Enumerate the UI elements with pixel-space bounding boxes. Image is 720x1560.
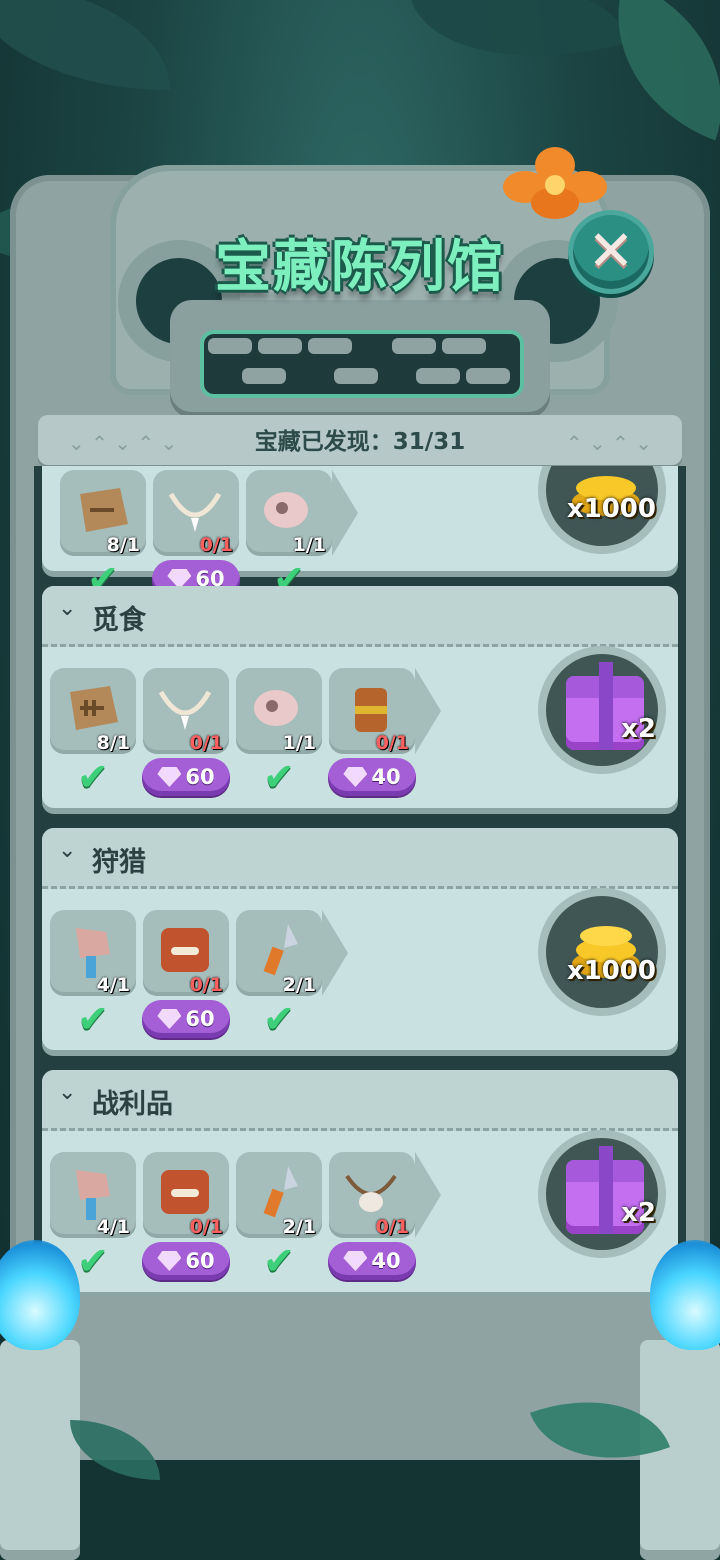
reward-badge[interactable]: x2 [538, 646, 666, 774]
close-button[interactable]: ✕ [568, 210, 654, 294]
bone-slab-icon [161, 1170, 209, 1214]
treasure-item[interactable]: 4/1 [50, 1152, 136, 1238]
gem-buy-button[interactable]: 40 [328, 758, 416, 796]
treasure-item[interactable]: 0/1 [143, 1152, 229, 1238]
gem-icon [343, 767, 368, 787]
treasure-list[interactable]: 8/1 0/1 1/1 ✔ 60 ✔ x1000 ⌄ 觅食 8/1 0/1 1/… [34, 466, 686, 1296]
discovered-count: 宝藏已发现：31/31 [254, 429, 466, 455]
chevron-down-icon: ⌄ [58, 596, 77, 621]
stone-spear-icon [263, 1166, 298, 1218]
bird-skull-icon [264, 492, 308, 528]
treasure-item[interactable]: 0/1 [143, 910, 229, 996]
fossil-fish-icon [70, 686, 118, 730]
category-card: ⌄ 战利品 4/1 0/1 2/1 0/1 ✔ 60 ✔ 40 x2 [42, 1070, 678, 1292]
category-header[interactable]: ⌄ 觅食 [42, 586, 678, 647]
chevron-down-icon: ⌄ [58, 838, 77, 863]
treasure-item[interactable]: 8/1 [50, 668, 136, 754]
stone-spear-icon [263, 924, 298, 976]
gem-icon [157, 767, 182, 787]
plaque-slot [200, 330, 524, 398]
check-icon: ✔ [263, 1239, 295, 1283]
gem-icon [343, 1251, 368, 1271]
category-header[interactable]: ⌄ 狩猎 [42, 828, 678, 889]
discovered-bar: ⌄ ⌃ ⌄ ⌃ ⌄ ⌃ ⌄ ⌃ ⌄ 宝藏已发现：31/31 [38, 415, 682, 465]
gem-icon [157, 1009, 182, 1029]
check-icon: ✔ [263, 997, 295, 1041]
treasure-item[interactable]: 0/1 [329, 668, 415, 754]
treasure-item[interactable]: 4/1 [50, 910, 136, 996]
jungle-leaf [410, 0, 630, 95]
chevron-down-icon: ⌄ [58, 1080, 77, 1105]
title-plaque [170, 300, 550, 412]
category-label: 战利品 [92, 1089, 173, 1120]
category-card: 8/1 0/1 1/1 ✔ 60 ✔ x1000 [42, 466, 678, 598]
tooth-necklace-icon [168, 492, 222, 532]
bird-skull-icon [254, 690, 298, 726]
wood-drum-icon [355, 688, 387, 732]
treasure-item[interactable]: 2/1 [236, 1152, 322, 1238]
ground [0, 1460, 720, 1560]
bone-slab-icon [161, 928, 209, 972]
treasure-item[interactable]: 2/1 [236, 910, 322, 996]
treasure-item[interactable]: 1/1 [246, 470, 332, 556]
treasure-item[interactable]: 0/1 [153, 470, 239, 556]
category-card: ⌄ 狩猎 4/1 0/1 2/1 ✔ 60 ✔ x1000 [42, 828, 678, 1050]
torch-pillar-left [0, 1340, 80, 1560]
category-header[interactable]: ⌄ 战利品 [42, 1070, 678, 1131]
reward-badge[interactable]: x1000 [538, 466, 666, 554]
treasure-item[interactable]: 8/1 [60, 470, 146, 556]
category-label: 觅食 [92, 605, 146, 636]
skull-necklace-icon [345, 1174, 397, 1212]
gem-buy-button[interactable]: 60 [142, 758, 230, 796]
check-icon: ✔ [77, 997, 109, 1041]
stone-hammer-icon [76, 928, 110, 978]
close-icon: ✕ [587, 219, 635, 284]
check-icon: ✔ [77, 1239, 109, 1283]
gem-buy-button[interactable]: 60 [142, 1242, 230, 1280]
gem-buy-button[interactable]: 60 [142, 1000, 230, 1038]
reward-badge[interactable]: x2 [538, 1130, 666, 1258]
gem-buy-button[interactable]: 40 [328, 1242, 416, 1280]
tooth-necklace-icon [158, 690, 212, 730]
category-label: 狩猎 [92, 847, 146, 878]
treasure-item[interactable]: 0/1 [143, 668, 229, 754]
jungle-leaf [0, 0, 170, 90]
category-card: ⌄ 觅食 8/1 0/1 1/1 0/1 ✔ 60 ✔ 40 x2 [42, 586, 678, 808]
check-icon: ✔ [263, 755, 295, 799]
fossil-fish-icon [80, 488, 128, 532]
stone-hammer-icon [76, 1170, 110, 1220]
treasure-item[interactable]: 1/1 [236, 668, 322, 754]
gem-icon [157, 1251, 182, 1271]
reward-badge[interactable]: x1000 [538, 888, 666, 1016]
check-icon: ✔ [77, 755, 109, 799]
page-title: 宝藏陈列馆 [215, 235, 505, 300]
treasure-item[interactable]: 0/1 [329, 1152, 415, 1238]
